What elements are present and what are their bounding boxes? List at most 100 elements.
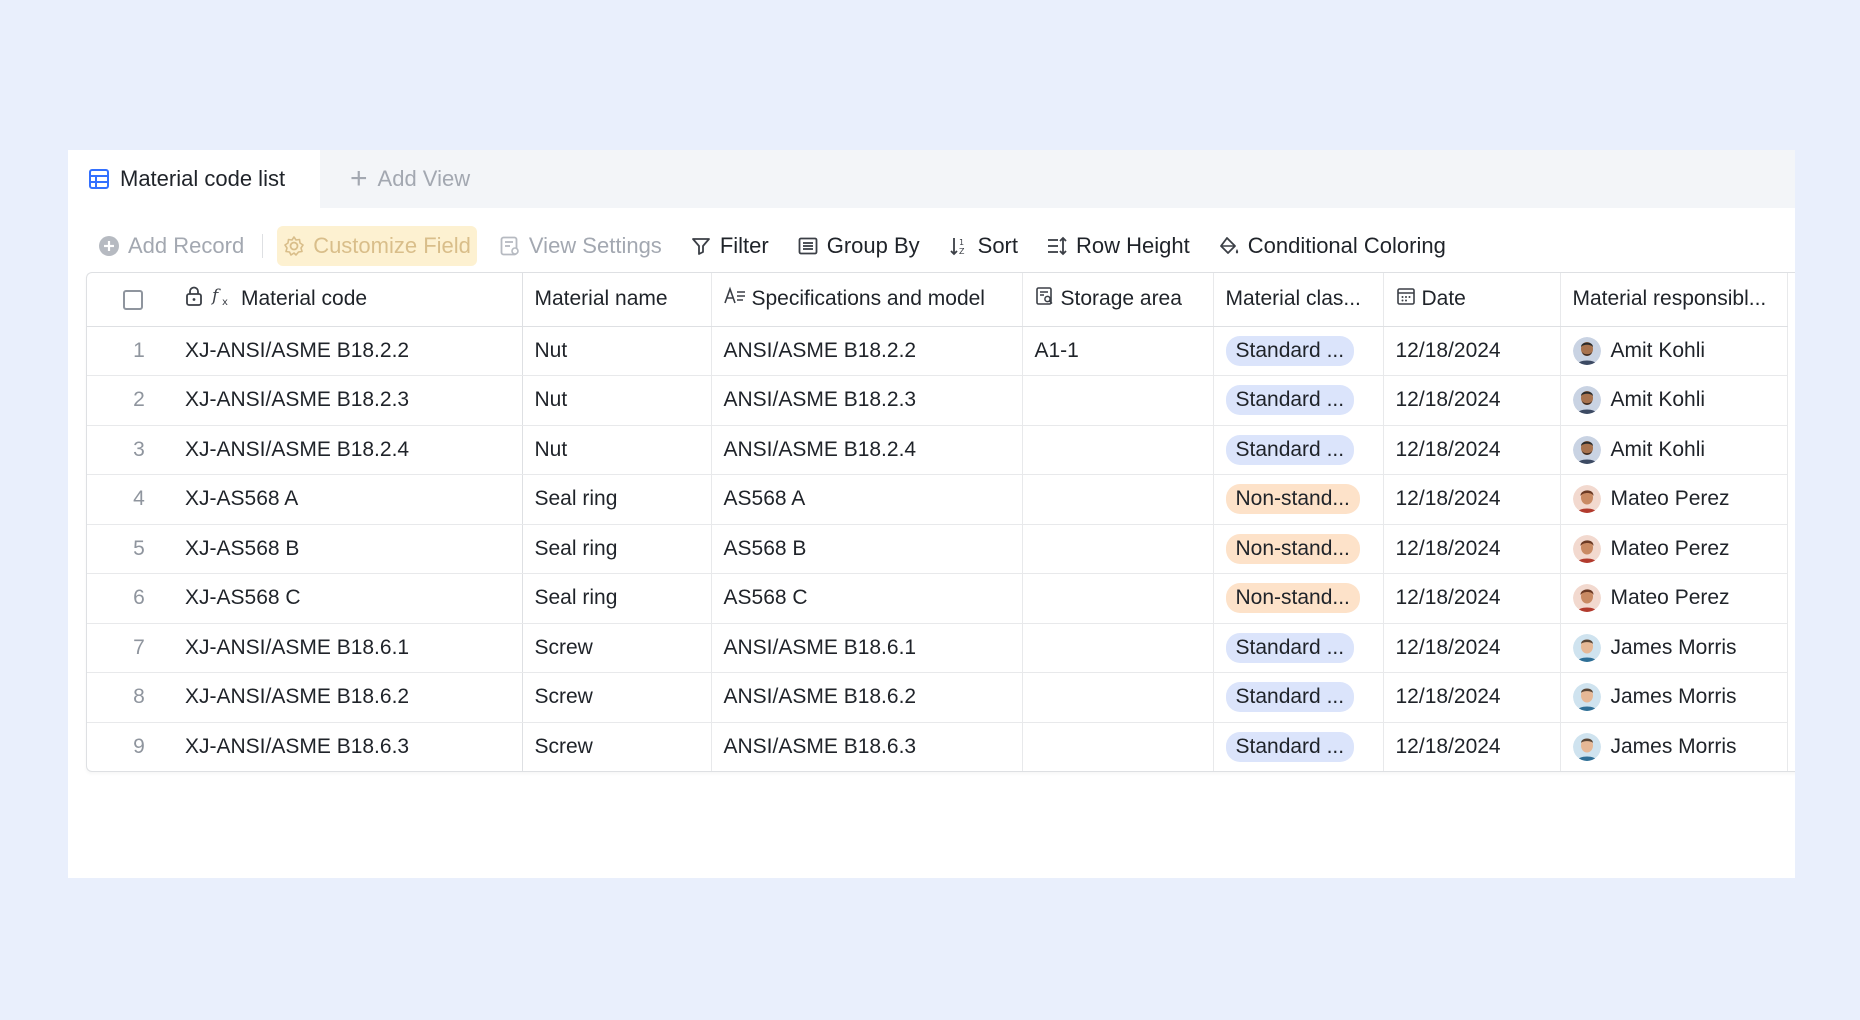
table-row[interactable]: 3 XJ-ANSI/ASME B18.2.4 Nut ANSI/ASME B18.2.… [87, 425, 1788, 475]
select-all-checkbox[interactable] [123, 289, 143, 310]
cell-specifications[interactable]: AS568 B [711, 524, 1023, 574]
cell-material-code[interactable]: XJ-ANSI/ASME B18.2.4 [179, 425, 523, 475]
cell-date[interactable]: 12/18/2024 [1383, 524, 1561, 574]
cell-material-class[interactable]: Standard ... [1213, 672, 1384, 723]
cell-storage-area[interactable] [1022, 425, 1214, 475]
cell-date[interactable]: 12/18/2024 [1383, 672, 1561, 723]
sort-button[interactable]: 1Z Sort [942, 226, 1024, 266]
cell-material-code[interactable]: XJ-ANSI/ASME B18.6.1 [179, 623, 523, 673]
add-record-button[interactable]: Add Record [92, 226, 250, 266]
cell-material-class[interactable]: Standard ... [1213, 375, 1384, 426]
table-row[interactable]: 8 XJ-ANSI/ASME B18.6.2 Screw ANSI/ASME B18.… [87, 672, 1788, 723]
cell-material-class[interactable]: Non-stand... [1213, 524, 1384, 574]
cell-storage-area[interactable] [1022, 474, 1214, 525]
cell-storage-area[interactable] [1022, 573, 1214, 624]
cell-storage-area[interactable] [1022, 375, 1214, 426]
cell-specifications[interactable]: ANSI/ASME B18.2.4 [711, 425, 1023, 475]
cell-material-name[interactable]: Screw [522, 672, 712, 723]
cell-material-name[interactable]: Nut [522, 425, 712, 475]
cell-storage-area[interactable] [1022, 722, 1214, 771]
customize-field-button[interactable]: Customize Field [277, 226, 477, 266]
material-class-tag: Non-stand... [1225, 583, 1360, 614]
tab-material-code-list[interactable]: Material code list [68, 150, 320, 208]
person-chip: James Morris [1572, 733, 1775, 761]
cell-responsible[interactable]: Mateo Perez [1560, 573, 1788, 624]
column-header-responsible[interactable]: Material responsibl... [1560, 273, 1788, 327]
cell-material-code[interactable]: XJ-AS568 B [179, 524, 523, 574]
cell-storage-area[interactable] [1022, 524, 1214, 574]
view-settings-button[interactable]: View Settings [493, 226, 668, 266]
cell-material-code[interactable]: XJ-ANSI/ASME B18.6.2 [179, 672, 523, 723]
cell-storage-area[interactable] [1022, 623, 1214, 673]
cell-date[interactable]: 12/18/2024 [1383, 474, 1561, 525]
cell-material-class[interactable]: Standard ... [1213, 722, 1384, 771]
cell-responsible[interactable]: James Morris [1560, 722, 1788, 771]
cell-material-class[interactable]: Non-stand... [1213, 474, 1384, 525]
cell-responsible[interactable]: James Morris [1560, 623, 1788, 673]
filter-icon [690, 235, 712, 257]
cell-date[interactable]: 12/18/2024 [1383, 425, 1561, 475]
cell-material-class[interactable]: Non-stand... [1213, 573, 1384, 624]
row-height-button[interactable]: Row Height [1040, 226, 1196, 266]
material-class-tag: Standard ... [1225, 682, 1355, 713]
cell-material-code[interactable]: XJ-ANSI/ASME B18.2.3 [179, 375, 523, 426]
cell-material-name[interactable]: Screw [522, 623, 712, 673]
column-header-material-code[interactable]: fx Material code [179, 273, 523, 327]
cell-specifications[interactable]: AS568 A [711, 474, 1023, 525]
cell-date[interactable]: 12/18/2024 [1383, 722, 1561, 771]
cell-material-name[interactable]: Seal ring [522, 474, 712, 525]
cell-specifications[interactable]: ANSI/ASME B18.6.3 [711, 722, 1023, 771]
cell-material-code[interactable]: XJ-ANSI/ASME B18.6.3 [179, 722, 523, 771]
table-row[interactable]: 6 XJ-AS568 C Seal ring AS568 C Non-stand... 1… [87, 573, 1788, 624]
lookup-icon [1035, 286, 1055, 312]
cell-responsible[interactable]: James Morris [1560, 672, 1788, 723]
cell-material-class[interactable]: Standard ... [1213, 623, 1384, 673]
cell-specifications[interactable]: ANSI/ASME B18.6.2 [711, 672, 1023, 723]
group-by-button[interactable]: Group By [791, 226, 926, 266]
column-header-date[interactable]: Date [1383, 273, 1561, 327]
table-row[interactable]: 7 XJ-ANSI/ASME B18.6.1 Screw ANSI/ASME B18.… [87, 623, 1788, 673]
cell-date[interactable]: 12/18/2024 [1383, 623, 1561, 673]
column-header-storage-area[interactable]: Storage area [1022, 273, 1214, 327]
cell-specifications[interactable]: ANSI/ASME B18.2.2 [711, 326, 1023, 376]
column-label: Storage area [1060, 287, 1182, 311]
cell-specifications[interactable]: ANSI/ASME B18.6.1 [711, 623, 1023, 673]
cell-date[interactable]: 12/18/2024 [1383, 573, 1561, 624]
column-header-specifications[interactable]: Specifications and model [711, 273, 1023, 327]
cell-storage-area[interactable]: A1-1 [1022, 326, 1214, 376]
column-header-material-name[interactable]: Material name [522, 273, 712, 327]
cell-material-name[interactable]: Screw [522, 722, 712, 771]
table-row[interactable]: 1 XJ-ANSI/ASME B18.2.2 Nut ANSI/ASME B18.2.… [87, 326, 1788, 376]
person-name: James Morris [1610, 735, 1737, 758]
table-row[interactable]: 4 XJ-AS568 A Seal ring AS568 A Non-stand... 1… [87, 474, 1788, 525]
cell-material-code[interactable]: XJ-AS568 A [179, 474, 523, 525]
cell-material-class[interactable]: Standard ... [1213, 326, 1384, 376]
gear-icon [283, 235, 305, 257]
add-view-button[interactable]: + Add View [350, 150, 470, 208]
filter-button[interactable]: Filter [684, 226, 775, 266]
cell-responsible[interactable]: Amit Kohli [1560, 375, 1788, 426]
cell-material-class[interactable]: Standard ... [1213, 425, 1384, 475]
cell-responsible[interactable]: Amit Kohli [1560, 326, 1788, 376]
cell-material-name[interactable]: Nut [522, 326, 712, 376]
person-chip: James Morris [1572, 633, 1775, 662]
cell-specifications[interactable]: ANSI/ASME B18.2.3 [711, 375, 1023, 426]
cell-date[interactable]: 12/18/2024 [1383, 375, 1561, 426]
cell-material-code[interactable]: XJ-ANSI/ASME B18.2.2 [179, 326, 523, 376]
table-row[interactable]: 2 XJ-ANSI/ASME B18.2.3 Nut ANSI/ASME B18.2.… [87, 375, 1788, 426]
cell-material-name[interactable]: Nut [522, 375, 712, 426]
cell-material-name[interactable]: Seal ring [522, 573, 712, 624]
cell-storage-area[interactable] [1022, 672, 1214, 723]
cell-material-name[interactable]: Seal ring [522, 524, 712, 574]
person-chip: Amit Kohli [1572, 386, 1775, 415]
column-header-material-class[interactable]: Material clas... [1213, 273, 1384, 327]
cell-responsible[interactable]: Mateo Perez [1560, 474, 1788, 525]
cell-responsible[interactable]: Amit Kohli [1560, 425, 1788, 475]
cell-responsible[interactable]: Mateo Perez [1560, 524, 1788, 574]
table-row[interactable]: 9 XJ-ANSI/ASME B18.6.3 Screw ANSI/ASME B18.… [87, 722, 1788, 771]
table-row[interactable]: 5 XJ-AS568 B Seal ring AS568 B Non-stand... 1… [87, 524, 1788, 574]
cell-specifications[interactable]: AS568 C [711, 573, 1023, 624]
cell-material-code[interactable]: XJ-AS568 C [179, 573, 523, 624]
conditional-coloring-button[interactable]: Conditional Coloring [1212, 226, 1452, 266]
cell-date[interactable]: 12/18/2024 [1383, 326, 1561, 376]
